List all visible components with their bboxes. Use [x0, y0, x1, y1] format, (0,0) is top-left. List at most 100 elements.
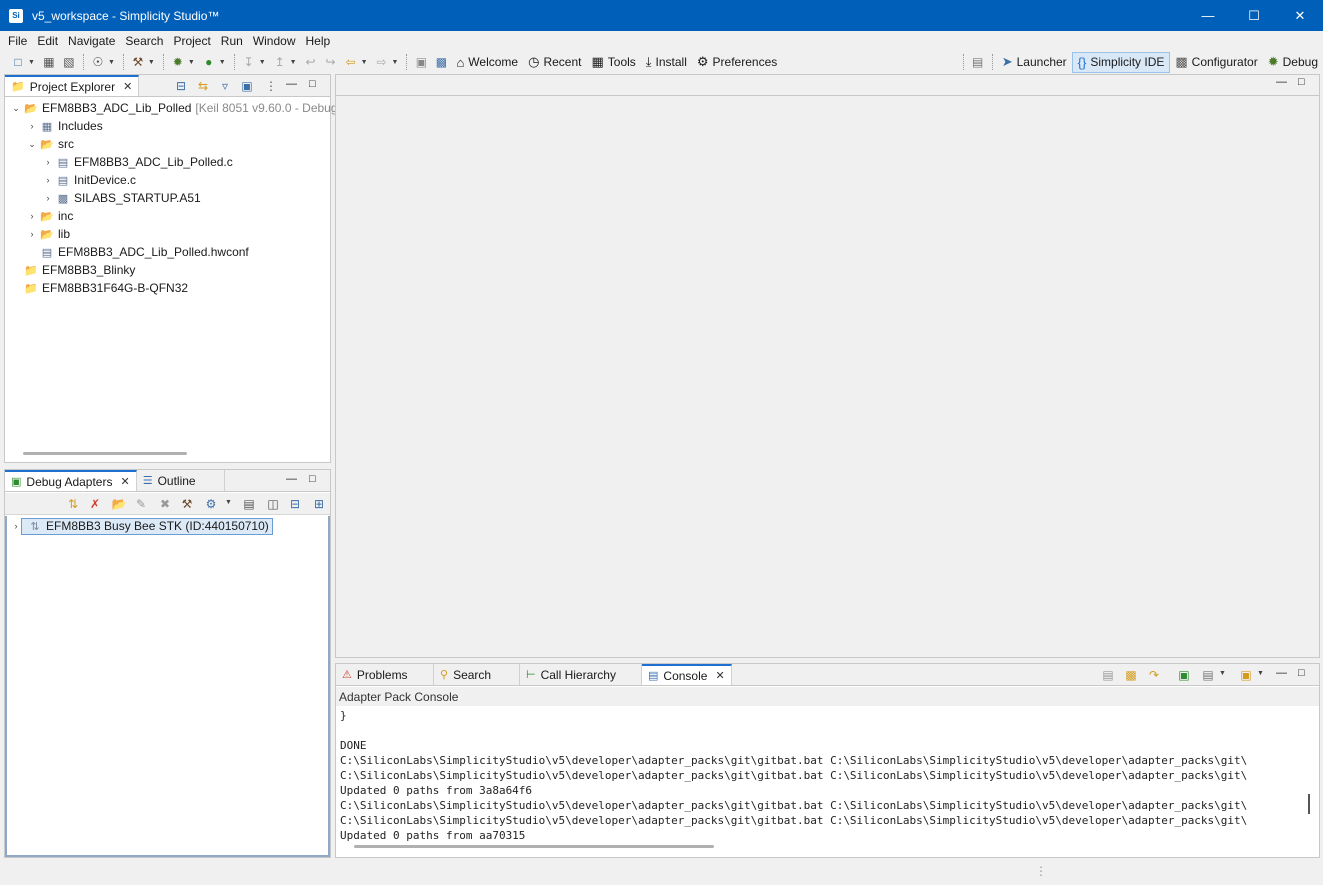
recent-button[interactable]: ◷ Recent	[523, 52, 586, 73]
preferences-button[interactable]: ⚙ Preferences	[692, 52, 782, 73]
chevron-down-icon[interactable]: ⌄	[27, 139, 37, 150]
open-folder-icon[interactable]: 📂	[111, 496, 127, 512]
minimize-view-icon[interactable]: —	[286, 78, 297, 90]
chevron-right-icon[interactable]: ›	[27, 121, 37, 131]
last-edit-icon[interactable]: ↩	[303, 54, 319, 70]
tab-console[interactable]: ▤ Console ✕	[642, 664, 732, 685]
filter-icon[interactable]: ▿	[217, 78, 233, 94]
minimize-view-icon[interactable]: —	[1276, 667, 1287, 679]
chevron-right-icon[interactable]: ›	[27, 229, 37, 239]
tree-item-includes[interactable]: › ▦ Includes	[27, 117, 103, 135]
menu-search[interactable]: Search	[120, 34, 168, 48]
annotation-dropdown-icon[interactable]: ▼	[290, 59, 297, 66]
save-icon[interactable]: ▦	[41, 54, 57, 70]
close-icon[interactable]: ✕	[120, 475, 129, 488]
collapse-all-icon[interactable]: ⊟	[173, 78, 189, 94]
open-perspective-icon[interactable]: ▤	[970, 54, 986, 70]
disconnect-icon[interactable]: ✗	[87, 496, 103, 512]
adapter-row[interactable]: › ⇅ EFM8BB3 Busy Bee STK (ID:440150710)	[11, 517, 273, 535]
target-icon[interactable]: ☉	[90, 54, 106, 70]
tree-item-blinky[interactable]: 📁 EFM8BB3_Blinky	[11, 261, 135, 279]
tree-item-startup-a51[interactable]: › ▩ SILABS_STARTUP.A51	[43, 189, 201, 207]
menu-navigate[interactable]: Navigate	[63, 34, 120, 48]
tab-problems[interactable]: ⚠ Problems	[336, 664, 434, 685]
maximize-view-icon[interactable]: □	[309, 78, 316, 90]
close-window-button[interactable]: ✕	[1277, 0, 1323, 31]
vertical-scrollbar[interactable]	[1301, 706, 1319, 857]
minimize-view-icon[interactable]: —	[286, 473, 297, 485]
display-console-icon[interactable]: ▤	[1200, 667, 1216, 683]
tree-item-src[interactable]: ⌄ 📂 src	[27, 135, 74, 153]
forward-dropdown-icon[interactable]: ▼	[392, 59, 399, 66]
scroll-lock-icon[interactable]: ▩	[1123, 667, 1139, 683]
build-dropdown-icon[interactable]: ▼	[148, 59, 155, 66]
table-view-icon[interactable]: ▤	[241, 496, 257, 512]
chevron-right-icon[interactable]: ›	[43, 193, 53, 203]
tree-item-qfn32[interactable]: 📁 EFM8BB31F64G-B-QFN32	[11, 279, 188, 297]
word-wrap-icon[interactable]: ↷	[1146, 667, 1162, 683]
tools-icon[interactable]: ⚒	[179, 496, 195, 512]
tools-button[interactable]: ▦ Tools	[586, 52, 640, 73]
configurator-perspective[interactable]: ▩ Configurator	[1170, 52, 1262, 73]
menu-project[interactable]: Project	[168, 34, 215, 48]
new-dropdown-icon[interactable]: ▼	[28, 59, 35, 66]
focus-icon[interactable]: ▣	[239, 78, 255, 94]
expand-all-icon[interactable]: ⊞	[311, 496, 327, 512]
maximize-button[interactable]: ☐	[1231, 0, 1277, 31]
pin-console-icon[interactable]: ▣	[1176, 667, 1192, 683]
maximize-view-icon[interactable]: □	[1298, 667, 1305, 679]
build-hammer-icon[interactable]: ⚒	[130, 54, 146, 70]
run-icon[interactable]: ●	[201, 54, 217, 70]
settings-gear-icon[interactable]: ⚙	[203, 496, 219, 512]
horizontal-scrollbar[interactable]	[23, 452, 187, 455]
horizontal-scrollbar[interactable]	[354, 845, 714, 848]
maximize-view-icon[interactable]: □	[309, 473, 316, 485]
back-dropdown-icon[interactable]: ▼	[361, 59, 368, 66]
chevron-down-icon[interactable]: ⌄	[11, 103, 21, 114]
tab-outline[interactable]: ☰ Outline	[136, 470, 225, 491]
redo-edit-icon[interactable]: ↪	[323, 54, 339, 70]
debug-perspective[interactable]: ✹ Debug	[1263, 52, 1323, 73]
forward-arrow-icon[interactable]: ⇨	[374, 54, 390, 70]
tree-item-inc[interactable]: › 📂 inc	[27, 207, 74, 225]
open-console-icon[interactable]: ▣	[1238, 667, 1254, 683]
chip-icon[interactable]: ▩	[433, 54, 449, 70]
menu-run[interactable]: Run	[216, 34, 248, 48]
menu-file[interactable]: File	[3, 34, 32, 48]
minimize-editor-icon[interactable]: —	[1276, 76, 1287, 88]
external-tools-icon[interactable]: ↧	[241, 54, 257, 70]
open-editor-icon[interactable]: ▣	[413, 54, 429, 70]
close-icon[interactable]: ✕	[123, 80, 132, 93]
annotation-icon[interactable]: ↥	[272, 54, 288, 70]
menu-edit[interactable]: Edit	[32, 34, 63, 48]
debug-bug-icon[interactable]: ✹	[170, 54, 186, 70]
launcher-perspective[interactable]: ➤ Launcher	[997, 52, 1072, 73]
install-button[interactable]: ⤓ Install	[641, 52, 692, 73]
edit-icon[interactable]: ✎	[133, 496, 149, 512]
target-dropdown-icon[interactable]: ▼	[108, 59, 115, 66]
chevron-right-icon[interactable]: ›	[11, 521, 21, 531]
welcome-button[interactable]: ⌂ Welcome	[451, 52, 523, 73]
tree-item-hwconf[interactable]: ▤ EFM8BB3_ADC_Lib_Polled.hwconf	[27, 243, 249, 261]
tab-project-explorer[interactable]: 📁 Project Explorer ✕	[5, 75, 140, 96]
console-output[interactable]: } DONE C:\SiliconLabs\SimplicityStudio\v…	[336, 706, 1319, 857]
copy-icon[interactable]: ◫	[265, 496, 281, 512]
chevron-right-icon[interactable]: ›	[27, 211, 37, 221]
tree-item-lib[interactable]: › 📂 lib	[27, 225, 71, 243]
debug-dropdown-icon[interactable]: ▼	[188, 59, 195, 66]
link-editor-icon[interactable]: ⇆	[195, 78, 211, 94]
clear-console-icon[interactable]: ▤	[1100, 667, 1116, 683]
run-dropdown-icon[interactable]: ▼	[219, 59, 226, 66]
refresh-icon[interactable]: ⇅	[65, 496, 81, 512]
menu-help[interactable]: Help	[301, 34, 336, 48]
menu-window[interactable]: Window	[248, 34, 301, 48]
view-menu-icon[interactable]: ⋮	[263, 78, 279, 94]
tab-search[interactable]: ⚲ Search	[434, 664, 520, 685]
external-tools-dropdown-icon[interactable]: ▼	[259, 59, 266, 66]
chevron-right-icon[interactable]: ›	[43, 157, 53, 167]
adapter-selection[interactable]: ⇅ EFM8BB3 Busy Bee STK (ID:440150710)	[21, 517, 273, 535]
settings-dropdown-icon[interactable]: ▼	[225, 499, 232, 506]
minimize-button[interactable]: —	[1185, 0, 1231, 31]
tree-item-main-c[interactable]: › ▤ EFM8BB3_ADC_Lib_Polled.c	[43, 153, 233, 171]
open-console-dropdown-icon[interactable]: ▼	[1257, 670, 1264, 677]
